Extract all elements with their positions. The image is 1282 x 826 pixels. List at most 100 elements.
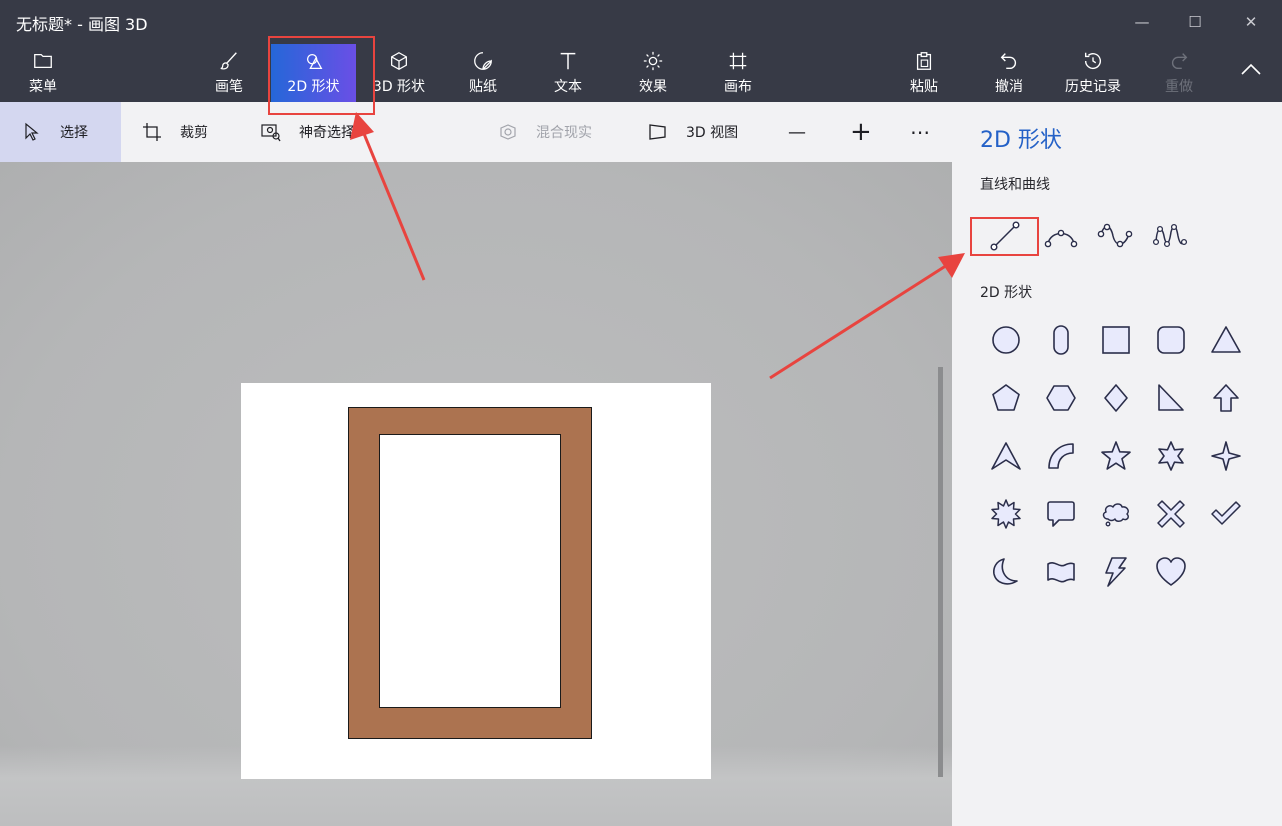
minus-icon: — xyxy=(788,121,806,143)
text-icon xyxy=(560,52,576,70)
undo-icon xyxy=(1000,53,1017,70)
magic-select-tool[interactable]: 神奇选择 xyxy=(261,102,355,162)
sun-icon xyxy=(643,51,663,71)
banner-icon xyxy=(1047,562,1075,583)
quarter-arc-icon xyxy=(1048,443,1074,469)
frame-inner-rect[interactable] xyxy=(379,434,561,708)
shape-x-mark[interactable] xyxy=(1149,492,1193,536)
clipboard-icon xyxy=(916,52,932,70)
history-icon xyxy=(1084,52,1101,70)
shape-star6[interactable] xyxy=(1149,434,1193,478)
drawing-canvas[interactable] xyxy=(241,383,711,779)
line-icon xyxy=(990,221,1020,251)
text-label: 文本 xyxy=(554,79,582,95)
tab-2d-shapes[interactable]: 2D 形状 xyxy=(271,44,356,102)
panel-title: 2D 形状 xyxy=(980,128,1062,153)
mixed-reality-label: 混合现实 xyxy=(536,125,592,141)
tab-text[interactable]: 文本 xyxy=(537,44,599,102)
shape-moon[interactable] xyxy=(984,550,1028,594)
x-mark-icon xyxy=(1157,500,1185,528)
menu-button[interactable]: 菜单 xyxy=(12,44,74,102)
shape-pill[interactable] xyxy=(1039,318,1083,362)
line-tool-curve-1[interactable] xyxy=(1039,214,1083,258)
select-label: 选择 xyxy=(60,125,88,141)
magic-select-icon xyxy=(261,124,281,142)
shape-triangle[interactable] xyxy=(1204,318,1248,362)
tool-bar: 选择 裁剪 神奇选择 混合现实 3D 视图 — + ⋯ xyxy=(0,102,952,162)
tab-stickers[interactable]: 贴纸 xyxy=(452,44,514,102)
lines-section-label: 直线和曲线 xyxy=(980,177,1050,193)
shape-speech-bubble[interactable] xyxy=(1039,492,1083,536)
workspace[interactable] xyxy=(0,162,952,826)
star5-icon xyxy=(1101,441,1131,470)
brushes-label: 画笔 xyxy=(215,79,243,95)
shape-circle[interactable] xyxy=(984,318,1028,362)
tab-canvas[interactable]: 画布 xyxy=(707,44,769,102)
vertical-scrollbar[interactable] xyxy=(938,367,943,777)
mixed-reality-tool[interactable]: 混合现实 xyxy=(498,102,592,162)
brown-frame-shape[interactable] xyxy=(348,407,592,739)
rounded-square-icon xyxy=(1157,326,1185,354)
lightning-icon xyxy=(1105,557,1127,587)
folder-icon xyxy=(34,53,52,69)
view-3d-icon xyxy=(649,124,666,140)
shape-lightning[interactable] xyxy=(1094,550,1138,594)
shape-thought-bubble[interactable] xyxy=(1094,492,1138,536)
tab-brushes[interactable]: 画笔 xyxy=(198,44,260,102)
shape-arrowhead[interactable] xyxy=(984,434,1028,478)
more-options-button[interactable]: ⋯ xyxy=(910,102,930,162)
triangle-icon xyxy=(1211,326,1241,353)
shape-star5[interactable] xyxy=(1094,434,1138,478)
shape-diamond[interactable] xyxy=(1094,376,1138,420)
shape-banner[interactable] xyxy=(1039,550,1083,594)
maximize-icon: ☐ xyxy=(1188,13,1202,31)
plus-icon: + xyxy=(850,117,872,147)
view3d-label: 3D 视图 xyxy=(686,125,739,141)
view-3d-tool[interactable]: 3D 视图 xyxy=(648,102,738,162)
shape-right-triangle[interactable] xyxy=(1149,376,1193,420)
undo-button[interactable]: 撤消 xyxy=(978,44,1040,102)
select-tool[interactable]: 选择 xyxy=(0,102,121,162)
thought-bubble-icon xyxy=(1102,503,1129,527)
canvas-icon xyxy=(729,52,747,70)
window-title: 无标题* - 画图 3D xyxy=(16,15,148,34)
zoom-out-button[interactable]: — xyxy=(788,102,806,162)
star4-icon xyxy=(1211,441,1241,471)
shape-pentagon[interactable] xyxy=(984,376,1028,420)
history-button[interactable]: 历史记录 xyxy=(1056,44,1130,102)
line-tool-curve-2[interactable] xyxy=(1093,214,1137,258)
curve-3-icon xyxy=(1152,223,1188,248)
star6-icon xyxy=(1158,441,1184,471)
shape-quarter-arc[interactable] xyxy=(1039,434,1083,478)
close-button[interactable]: ✕ xyxy=(1224,0,1278,44)
shape-burst[interactable] xyxy=(984,492,1028,536)
line-tool-curve-3[interactable] xyxy=(1148,214,1192,258)
menu-label: 菜单 xyxy=(29,79,57,95)
history-label: 历史记录 xyxy=(1065,79,1121,95)
shape-heart[interactable] xyxy=(1149,550,1193,594)
crop-tool[interactable]: 裁剪 xyxy=(142,102,208,162)
shape-square[interactable] xyxy=(1094,318,1138,362)
shape-check-mark[interactable] xyxy=(1204,492,1248,536)
shapes-panel: 2D 形状 直线和曲线 2D 形状 xyxy=(952,102,1282,826)
minimize-button[interactable]: — xyxy=(1115,0,1169,44)
undo-label: 撤消 xyxy=(995,79,1023,95)
redo-button[interactable]: 重做 xyxy=(1148,44,1210,102)
line-tool-straight[interactable] xyxy=(983,214,1027,258)
shape-arrow-up[interactable] xyxy=(1204,376,1248,420)
tab-3d-shapes[interactable]: 3D 形状 xyxy=(366,44,432,102)
zoom-in-button[interactable]: + xyxy=(850,102,872,162)
shape-star4[interactable] xyxy=(1204,434,1248,478)
maximize-button[interactable]: ☐ xyxy=(1168,0,1222,44)
shape-hexagon[interactable] xyxy=(1039,376,1083,420)
shapes-section-label: 2D 形状 xyxy=(980,285,1033,301)
arrowhead-icon xyxy=(991,442,1021,470)
shape-rounded-square[interactable] xyxy=(1149,318,1193,362)
brush-icon xyxy=(220,52,237,70)
tab-effects[interactable]: 效果 xyxy=(622,44,684,102)
chevron-up-icon[interactable] xyxy=(1237,56,1265,84)
diamond-icon xyxy=(1104,384,1128,412)
shapes-2d-icon xyxy=(306,53,322,69)
crop-icon xyxy=(143,123,161,141)
paste-button[interactable]: 粘贴 xyxy=(893,44,955,102)
